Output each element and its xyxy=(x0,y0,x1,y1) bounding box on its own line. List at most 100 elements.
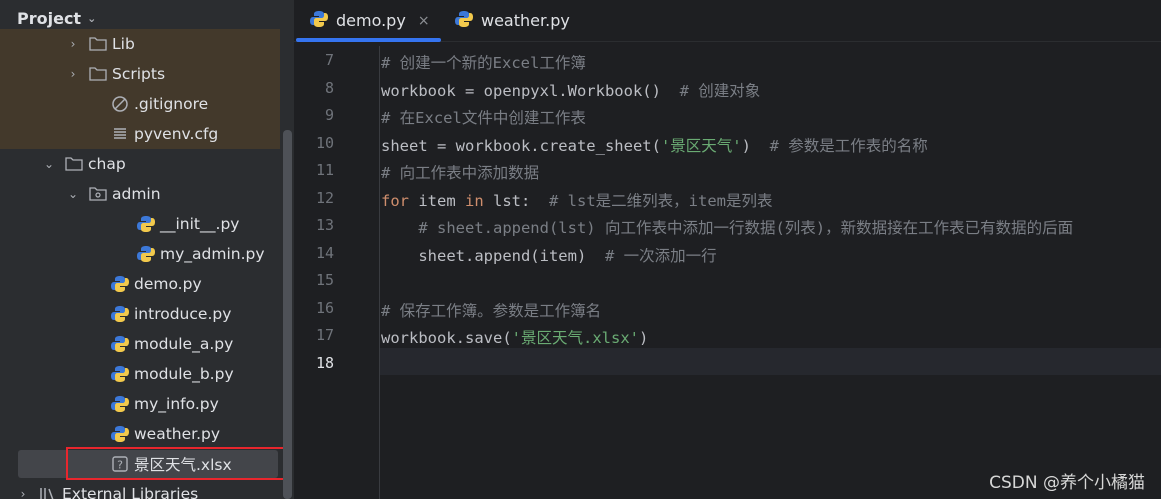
line-number: 8 xyxy=(324,78,334,97)
tree-item-label: __init__.py xyxy=(160,215,240,233)
tree-item[interactable]: my_info.py xyxy=(0,389,280,419)
code-token: # 一次添加一行 xyxy=(604,246,717,265)
tree-item[interactable]: module_b.py xyxy=(0,359,280,389)
code-line: sheet.append(item) # 一次添加一行 xyxy=(381,244,717,266)
python-file-icon xyxy=(455,10,473,32)
tree-item[interactable]: my_admin.py xyxy=(0,239,280,269)
tree-item-label: pyvenv.cfg xyxy=(134,125,219,143)
tree-item[interactable]: ⌄ admin xyxy=(0,179,280,209)
close-icon[interactable]: × xyxy=(418,13,430,29)
code-token: in xyxy=(465,191,493,210)
code-line: # 创建一个新的Excel工作簿 xyxy=(381,51,586,73)
config-file-icon xyxy=(110,125,130,143)
tree-item-label: my_admin.py xyxy=(160,245,265,263)
tree-item-label: admin xyxy=(112,185,161,203)
library-icon xyxy=(38,485,58,499)
code-token: # 创建对象 xyxy=(679,81,761,100)
project-scrollbar[interactable] xyxy=(283,130,292,499)
line-number: 17 xyxy=(315,326,334,344)
chevron-down-icon[interactable]: ⌄ xyxy=(66,187,80,201)
python-file-icon xyxy=(110,305,130,323)
tree-item-label: demo.py xyxy=(134,275,202,293)
code-token: for xyxy=(381,191,419,210)
tree-item[interactable]: › Scripts xyxy=(0,59,280,89)
tree-item[interactable]: demo.py xyxy=(0,269,280,299)
active-tab-indicator xyxy=(296,38,441,42)
line-number: 18 xyxy=(315,353,334,372)
tab-weather-py[interactable]: weather.py xyxy=(455,0,570,41)
code-token: # 在Excel文件中创建工作表 xyxy=(381,109,586,127)
tree-item[interactable]: › Lib xyxy=(0,29,280,59)
current-line-highlight xyxy=(380,348,1161,375)
python-file-icon xyxy=(110,335,130,353)
code-line: workbook = openpyxl.Workbook() # 创建对象 xyxy=(381,79,760,101)
line-number: 14 xyxy=(315,243,334,262)
tree-item[interactable]: __init__.py xyxy=(0,209,280,239)
code-token: # 保存工作簿。参数是工作簿名 xyxy=(381,301,602,320)
tab-label: demo.py xyxy=(336,11,406,30)
watermark: CSDN @养个小橘猫 xyxy=(989,473,1145,493)
python-file-icon xyxy=(110,395,130,413)
package-folder-icon xyxy=(88,185,108,203)
code-line: sheet = workbook.create_sheet('景区天气') # … xyxy=(381,134,928,156)
code-line: # sheet.append(lst) 向工作表中添加一行数据(列表)，新数据接… xyxy=(381,216,1073,238)
code-token: # lst是二维列表，item是列表 xyxy=(549,191,773,210)
tree-item[interactable]: pyvenv.cfg xyxy=(0,119,280,149)
chevron-right-icon[interactable]: › xyxy=(66,67,80,81)
line-number-gutter: 7 8 9 10 11 12 13 14 15 16 17 18 xyxy=(294,46,380,499)
code-token: # 向工作表中添加数据 xyxy=(381,164,540,182)
line-number: 13 xyxy=(315,216,334,234)
tree-item[interactable]: module_a.py xyxy=(0,329,280,359)
project-title: Project xyxy=(17,8,82,28)
tree-item-label: External Libraries xyxy=(62,485,199,499)
tree-item[interactable]: introduce.py xyxy=(0,299,280,329)
code-token: # 创建一个新的Excel工作簿 xyxy=(381,54,586,72)
tree-item[interactable]: › External Libraries xyxy=(0,479,280,499)
tree-item[interactable]: weather.py xyxy=(0,419,280,449)
tree-item-label: module_a.py xyxy=(134,335,234,353)
line-number: 10 xyxy=(315,133,334,152)
python-file-icon xyxy=(110,365,130,383)
editor-tab-bar: demo.py × weather.py xyxy=(294,0,1161,42)
tree-item[interactable]: .gitignore xyxy=(0,89,280,119)
line-number: 16 xyxy=(315,298,334,317)
line-number: 7 xyxy=(324,51,334,69)
tree-item-label: my_info.py xyxy=(134,395,219,413)
code-token: ) xyxy=(638,329,649,347)
code-token: '景区天气.xlsx' xyxy=(511,329,639,347)
tree-item-label: module_b.py xyxy=(134,365,234,383)
folder-icon xyxy=(88,65,108,83)
code-token: sheet.append(item) xyxy=(381,246,605,265)
code-token: sheet = workbook.create_sheet( xyxy=(381,136,661,155)
project-panel: Project ⌄ › Lib › Scripts .gitignore pyvenv.c… xyxy=(0,0,294,499)
tree-item-label: .gitignore xyxy=(134,95,209,113)
code-token: workbook = openpyxl.Workbook() xyxy=(381,81,680,100)
python-file-icon xyxy=(110,425,130,443)
code-token: # sheet.append(lst) 向工作表中添加一行数据(列表)，新数据接… xyxy=(381,219,1074,237)
line-number: 11 xyxy=(315,161,334,179)
python-file-icon xyxy=(136,245,156,263)
tree-item[interactable]: ⌄ chap xyxy=(0,149,280,179)
chevron-right-icon[interactable]: › xyxy=(66,37,80,51)
tree-item-label: Lib xyxy=(112,35,135,53)
code-token: item xyxy=(418,191,465,210)
code-line: # 在Excel文件中创建工作表 xyxy=(381,106,586,128)
python-file-icon xyxy=(110,275,130,293)
code-token: # 参数是工作表的名称 xyxy=(769,136,928,155)
chevron-down-icon: ⌄ xyxy=(87,11,97,25)
code-token: lst: xyxy=(493,191,549,210)
code-line: # 向工作表中添加数据 xyxy=(381,161,539,183)
tab-demo-py[interactable]: demo.py × xyxy=(310,0,430,41)
gitignore-icon xyxy=(110,95,130,113)
tree-item-label: Scripts xyxy=(112,65,166,83)
code-line: # 保存工作簿。参数是工作簿名 xyxy=(381,299,601,321)
code-token: workbook.save( xyxy=(381,329,512,347)
python-file-icon xyxy=(310,10,328,32)
code-line: workbook.save('景区天气.xlsx') xyxy=(381,326,648,348)
chevron-right-icon[interactable]: › xyxy=(16,487,30,499)
code-token: ) xyxy=(741,136,770,155)
chevron-down-icon[interactable]: ⌄ xyxy=(42,157,56,171)
code-token: '景区天气' xyxy=(660,136,742,155)
python-file-icon xyxy=(136,215,156,233)
line-number: 15 xyxy=(315,271,334,289)
